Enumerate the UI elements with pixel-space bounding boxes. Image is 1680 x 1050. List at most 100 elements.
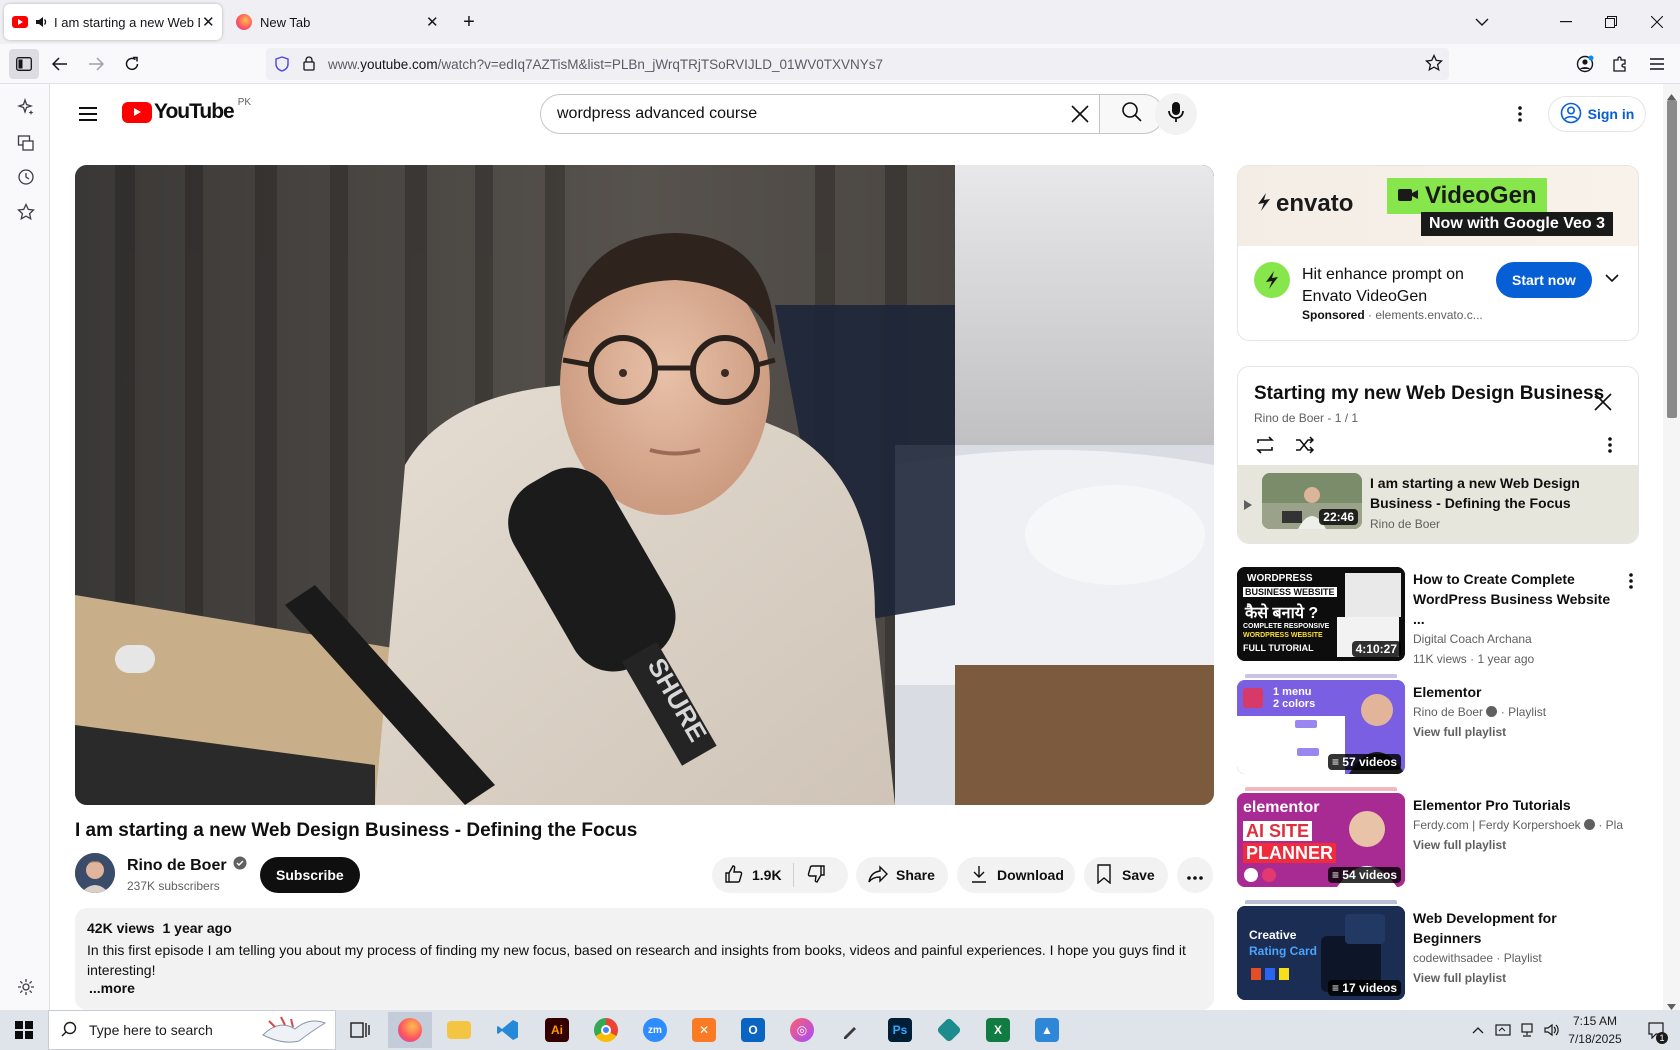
taskbar-search-box[interactable]: Type here to search xyxy=(48,1010,336,1050)
ad-expand-chevron-icon[interactable] xyxy=(1604,270,1620,288)
guide-menu-icon[interactable] xyxy=(70,96,106,132)
restore-window-icon[interactable] xyxy=(1596,8,1626,36)
loop-playlist-icon[interactable] xyxy=(1254,435,1276,460)
recommendation-item[interactable]: elementor AI SITE PLANNER ≡ 54 videos El… xyxy=(1237,787,1639,889)
view-full-playlist-link[interactable]: View full playlist xyxy=(1413,968,1623,988)
photoshop-icon[interactable]: Ps xyxy=(878,1012,922,1048)
taskbar-clock[interactable]: 7:15 AM 7/18/2025 xyxy=(1550,1012,1640,1048)
app-diamond-icon[interactable] xyxy=(927,1012,971,1048)
show-more-link[interactable]: ...more xyxy=(89,980,135,996)
recommendation-thumbnail: WORDPRESS BUSINESS WEBSITE कैसे बनाये ? … xyxy=(1237,567,1405,661)
excel-icon[interactable]: X xyxy=(976,1012,1020,1048)
recommendation-item[interactable]: Creative Rating Card ≡ 17 videos Web Dev… xyxy=(1237,900,1639,1002)
download-button[interactable]: Download xyxy=(957,857,1075,893)
thumb-text: BUSINESS WEBSITE xyxy=(1243,587,1337,597)
bookmarks-star-icon[interactable] xyxy=(13,199,39,225)
thumb-text: 1 menu xyxy=(1273,686,1312,698)
xampp-icon[interactable]: ✕ xyxy=(682,1012,726,1048)
ai-sparkle-icon[interactable] xyxy=(13,94,39,120)
tray-overflow-chevron-icon[interactable] xyxy=(1466,1012,1490,1048)
search-input[interactable] xyxy=(557,105,1037,123)
firefox-taskbar-icon[interactable] xyxy=(388,1012,432,1048)
speaker-icon[interactable] xyxy=(34,15,48,29)
view-full-playlist-link[interactable]: View full playlist xyxy=(1413,835,1623,855)
firefox-sidebar xyxy=(0,84,50,1010)
padlock-icon[interactable] xyxy=(303,56,315,74)
photos-icon[interactable]: ▲ xyxy=(1025,1012,1069,1048)
pen-tool-icon[interactable] xyxy=(829,1012,873,1048)
tab-youtube-video[interactable]: I am starting a new Web De ✕ xyxy=(4,4,222,40)
video-title: I am starting a new Web Design Business … xyxy=(75,820,638,841)
close-window-icon[interactable] xyxy=(1642,8,1672,36)
creative-cloud-icon[interactable]: ◎ xyxy=(780,1012,824,1048)
playlist-title[interactable]: Starting my new Web Design Business xyxy=(1254,383,1604,405)
voice-search-button[interactable] xyxy=(1155,93,1197,135)
more-actions-button[interactable] xyxy=(1177,857,1213,893)
verified-check-icon xyxy=(1583,819,1595,830)
reload-icon[interactable] xyxy=(117,49,147,79)
like-button[interactable]: 1.9K xyxy=(712,863,794,887)
task-view-icon[interactable] xyxy=(338,1012,382,1048)
chrome-icon[interactable] xyxy=(584,1012,628,1048)
tray-app-icon[interactable] xyxy=(1490,1012,1516,1048)
channel-name[interactable]: Rino de Boer xyxy=(127,857,227,875)
share-button[interactable]: Share xyxy=(856,857,948,893)
youtube-logo[interactable]: YouTube PK xyxy=(122,97,251,124)
shuffle-icon[interactable] xyxy=(1294,435,1316,460)
forward-arrow-icon[interactable] xyxy=(81,49,111,79)
sponsored-ad-card[interactable]: envato VideoGen Now with Google Veo 3 Hi… xyxy=(1237,165,1639,341)
envato-avatar-icon xyxy=(1254,262,1290,298)
illustrator-icon[interactable]: Ai xyxy=(535,1012,579,1048)
history-clock-icon[interactable] xyxy=(13,164,39,190)
network-icon[interactable] xyxy=(1514,1012,1540,1048)
address-bar[interactable]: www.youtube.com/watch?v=edIq7AZTisM&list… xyxy=(266,48,1449,80)
vscode-icon[interactable] xyxy=(486,1012,530,1048)
browser-nav-bar: www.youtube.com/watch?v=edIq7AZTisM&list… xyxy=(0,44,1680,84)
page-scrollbar[interactable] xyxy=(1663,84,1680,1010)
close-playlist-icon[interactable] xyxy=(1592,391,1614,418)
minimize-window-icon[interactable] xyxy=(1551,8,1581,36)
recommendation-menu-kebab-icon[interactable] xyxy=(1629,573,1633,594)
recommendation-item[interactable]: 1 menu 2 colors ≡ 57 videos Elementor Ri… xyxy=(1237,674,1639,776)
account-icon[interactable] xyxy=(1570,49,1600,79)
sidebar-settings-gear-icon[interactable] xyxy=(13,974,39,1000)
back-arrow-icon[interactable] xyxy=(45,49,75,79)
bookmark-star-icon[interactable] xyxy=(1425,53,1443,75)
share-arrow-icon xyxy=(868,864,888,886)
synced-tabs-icon[interactable] xyxy=(13,130,39,156)
ad-cta-button[interactable]: Start now xyxy=(1496,262,1592,298)
new-tab-plus-icon[interactable]: + xyxy=(454,8,484,36)
file-explorer-icon[interactable] xyxy=(437,1012,481,1048)
scrollbar-thumb[interactable] xyxy=(1667,100,1677,418)
tab-new-tab[interactable]: New Tab ✕ xyxy=(228,4,446,40)
tracking-shield-icon[interactable] xyxy=(275,56,289,75)
url-text[interactable]: www.youtube.com/watch?v=edIq7AZTisM&list… xyxy=(328,57,883,72)
view-full-playlist-link[interactable]: View full playlist xyxy=(1413,722,1623,742)
extensions-puzzle-icon[interactable] xyxy=(1605,49,1635,79)
close-tab-icon[interactable]: ✕ xyxy=(426,13,439,31)
recommendation-item[interactable]: WORDPRESS BUSINESS WEBSITE कैसे बनाये ? … xyxy=(1237,567,1639,666)
playlist-current-item[interactable]: 22:46 I am starting a new Web Design Bus… xyxy=(1238,465,1638,543)
list-tabs-chevron-icon[interactable] xyxy=(1467,8,1497,36)
settings-kebab-icon[interactable] xyxy=(1502,96,1538,132)
videogen-logo: VideoGen xyxy=(1387,178,1547,214)
save-button[interactable]: Save xyxy=(1084,857,1168,893)
subscribe-button[interactable]: Subscribe xyxy=(260,857,360,893)
outlook-icon[interactable]: O xyxy=(731,1012,775,1048)
close-tab-icon[interactable]: ✕ xyxy=(202,13,215,31)
sidebar-toggle-icon[interactable] xyxy=(9,49,39,79)
notifications-icon[interactable]: 1 xyxy=(1636,1012,1676,1048)
sign-in-button[interactable]: Sign in xyxy=(1548,96,1646,132)
zoom-icon[interactable]: zm xyxy=(633,1012,677,1048)
video-player[interactable]: SHURE xyxy=(75,165,1214,805)
description-box[interactable]: 42K views 1 year ago In this first episo… xyxy=(75,908,1214,1010)
menu-hamburger-icon[interactable] xyxy=(1642,49,1672,79)
channel-info: Rino de Boer 237K subscribers xyxy=(127,856,247,893)
start-windows-icon[interactable] xyxy=(2,1012,46,1048)
channel-avatar[interactable] xyxy=(75,853,115,893)
dislike-button[interactable] xyxy=(794,864,826,887)
clear-search-icon[interactable] xyxy=(1069,103,1091,130)
recommendation-thumbnail: 1 menu 2 colors ≡ 57 videos xyxy=(1237,680,1405,774)
browser-tab-bar: I am starting a new Web De ✕ New Tab ✕ + xyxy=(0,0,1680,44)
playlist-menu-kebab-icon[interactable] xyxy=(1608,437,1612,458)
